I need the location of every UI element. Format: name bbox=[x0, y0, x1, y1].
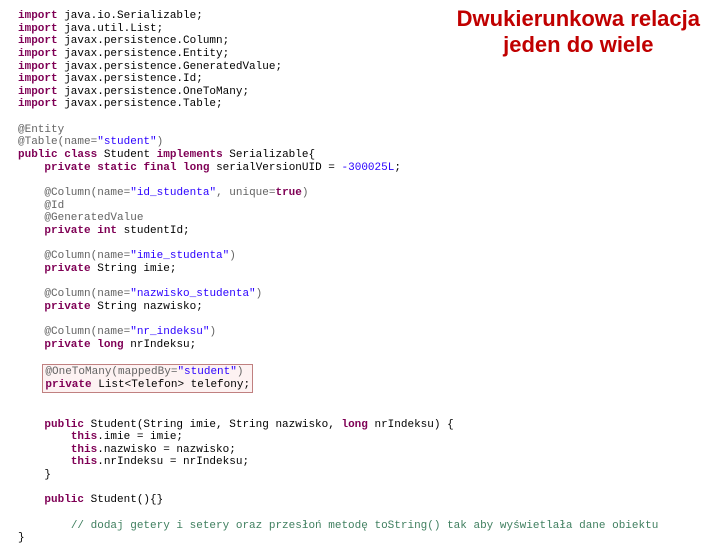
kw-import: import bbox=[18, 86, 58, 98]
kw-this: this bbox=[71, 456, 97, 468]
annotation: @OneToMany(mappedBy= bbox=[45, 366, 177, 378]
kw-private: private bbox=[45, 379, 91, 391]
stmt: .imie = imie; bbox=[97, 431, 183, 443]
kw-implements: implements bbox=[157, 149, 223, 161]
kw-true: true bbox=[275, 187, 301, 199]
kw-static: static bbox=[97, 162, 137, 174]
kw-private: private bbox=[44, 162, 90, 174]
annotation: @Column(name= bbox=[44, 187, 130, 199]
kw-this: this bbox=[71, 444, 97, 456]
import-text: javax.persistence.Table; bbox=[58, 98, 223, 110]
kw-long: long bbox=[341, 419, 367, 431]
ctor-sig: Student(String imie, String nazwisko, bbox=[84, 419, 341, 431]
annotation: @Entity bbox=[18, 124, 64, 136]
title-line-1: Dwukierunkowa relacja bbox=[457, 6, 700, 31]
annotation: , unique= bbox=[216, 187, 275, 199]
string: "nazwisko_studenta" bbox=[130, 288, 255, 300]
code-block: import java.io.Serializable; import java… bbox=[0, 0, 720, 555]
field: studentId; bbox=[117, 225, 190, 237]
annotation: ) bbox=[237, 366, 244, 378]
kw-import: import bbox=[18, 98, 58, 110]
kw-import: import bbox=[18, 61, 58, 73]
kw-import: import bbox=[18, 48, 58, 60]
annotation: ) bbox=[302, 187, 309, 199]
kw-private: private bbox=[44, 263, 90, 275]
annotation: @Column(name= bbox=[44, 326, 130, 338]
string: "id_studenta" bbox=[130, 187, 216, 199]
kw-import: import bbox=[18, 35, 58, 47]
brace: } bbox=[44, 469, 51, 481]
kw-import: import bbox=[18, 73, 58, 85]
field: String imie; bbox=[91, 263, 177, 275]
import-text: java.io.Serializable; bbox=[58, 10, 203, 22]
string: "imie_studenta" bbox=[130, 250, 229, 262]
field: List<Telefon> telefony; bbox=[92, 379, 250, 391]
kw-import: import bbox=[18, 10, 58, 22]
kw-public: public bbox=[44, 419, 84, 431]
kw-private: private bbox=[44, 339, 90, 351]
field: nrIndeksu; bbox=[124, 339, 197, 351]
kw-long: long bbox=[183, 162, 209, 174]
string: "student" bbox=[97, 136, 156, 148]
ctor2: Student(){} bbox=[84, 494, 163, 506]
class-decl: Serializable{ bbox=[223, 149, 315, 161]
kw-int: int bbox=[97, 225, 117, 237]
annotation: @Column(name= bbox=[44, 250, 130, 262]
stmt: .nrIndeksu = nrIndeksu; bbox=[97, 456, 249, 468]
import-text: javax.persistence.Column; bbox=[58, 35, 230, 47]
field-name: serialVersionUID = bbox=[209, 162, 341, 174]
annotation: ) bbox=[229, 250, 236, 262]
ctor-sig: nrIndeksu) { bbox=[368, 419, 454, 431]
field: String nazwisko; bbox=[91, 301, 203, 313]
kw-long: long bbox=[97, 339, 123, 351]
kw-import: import bbox=[18, 23, 58, 35]
kw-class: class bbox=[64, 149, 97, 161]
kw-private: private bbox=[44, 225, 90, 237]
kw-public: public bbox=[18, 149, 58, 161]
string: "nr_indeksu" bbox=[130, 326, 209, 338]
num-literal: -300025L bbox=[342, 162, 395, 174]
annotation: @GeneratedValue bbox=[44, 212, 143, 224]
title-line-2: jeden do wiele bbox=[503, 32, 653, 57]
class-name: Student bbox=[97, 149, 156, 161]
annotation: @Column(name= bbox=[44, 288, 130, 300]
brace: } bbox=[18, 532, 25, 544]
kw-public: public bbox=[44, 494, 84, 506]
import-text: javax.persistence.OneToMany; bbox=[58, 86, 249, 98]
semi: ; bbox=[394, 162, 401, 174]
kw-this: this bbox=[71, 431, 97, 443]
annotation: ) bbox=[157, 136, 164, 148]
import-text: javax.persistence.Entity; bbox=[58, 48, 230, 60]
import-text: javax.persistence.Id; bbox=[58, 73, 203, 85]
string: "student" bbox=[177, 366, 236, 378]
import-text: javax.persistence.GeneratedValue; bbox=[58, 61, 282, 73]
annotation: ) bbox=[209, 326, 216, 338]
annotation: @Id bbox=[44, 200, 64, 212]
highlighted-code: @OneToMany(mappedBy="student") private L… bbox=[42, 364, 253, 393]
kw-final: final bbox=[143, 162, 176, 174]
slide-title: Dwukierunkowa relacja jeden do wiele bbox=[457, 6, 700, 59]
import-text: java.util.List; bbox=[58, 23, 164, 35]
comment: // dodaj getery i setery oraz przesłoń m… bbox=[71, 520, 659, 532]
annotation: ) bbox=[256, 288, 263, 300]
annotation: @Table(name= bbox=[18, 136, 97, 148]
stmt: .nazwisko = nazwisko; bbox=[97, 444, 236, 456]
kw-private: private bbox=[44, 301, 90, 313]
